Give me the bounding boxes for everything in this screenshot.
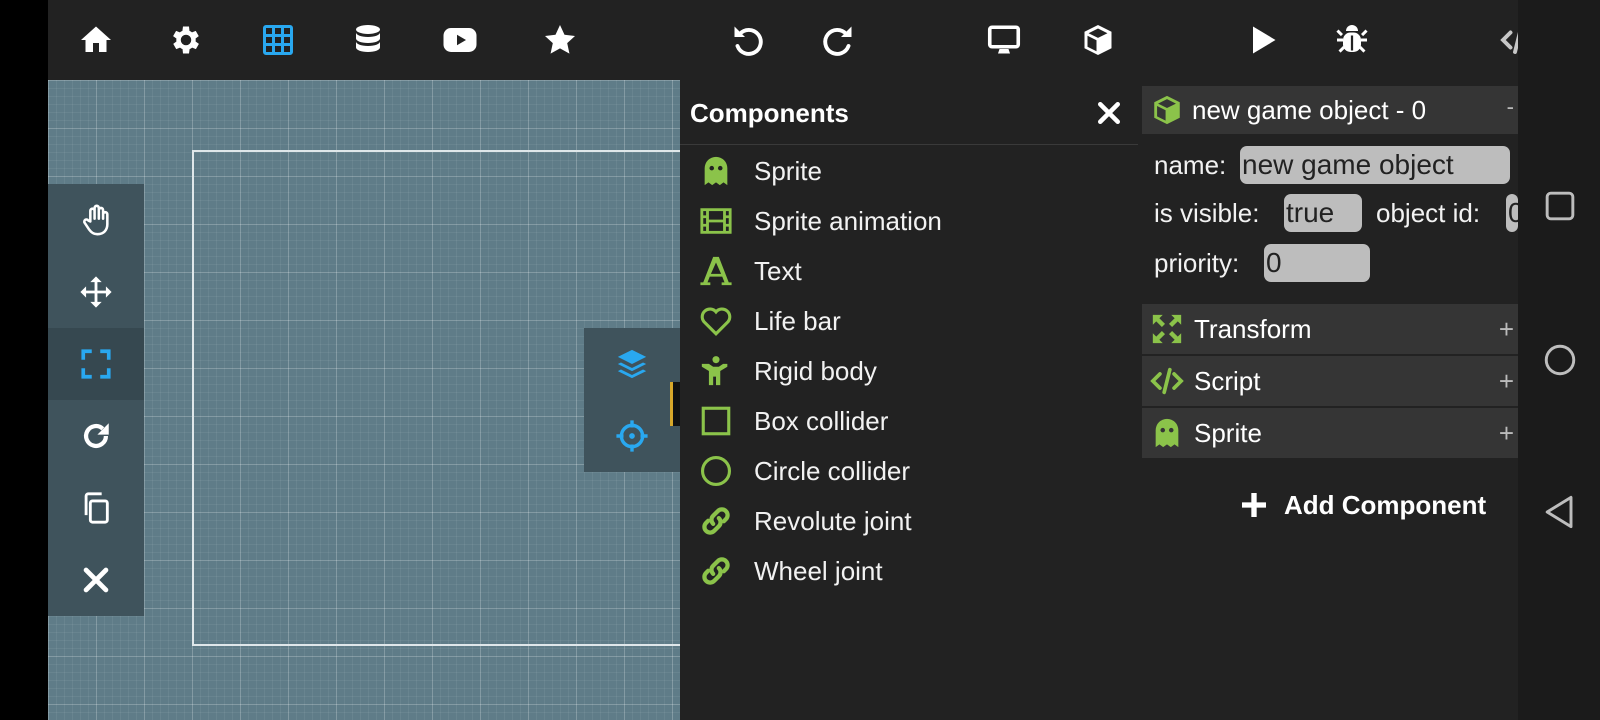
recents-icon[interactable] (1538, 184, 1582, 228)
plus-icon (1242, 493, 1266, 517)
component-option-label: Circle collider (754, 455, 911, 486)
home-icon[interactable] (74, 18, 118, 62)
component-option-sprite[interactable]: Sprite (680, 146, 1138, 196)
rotate-icon[interactable] (48, 400, 144, 472)
component-option-label: Text (754, 255, 802, 286)
component-option-label: Box collider (754, 405, 889, 436)
expand-button[interactable]: + (1499, 366, 1514, 397)
bug-icon[interactable] (1330, 18, 1374, 62)
undo-icon[interactable] (726, 18, 770, 62)
component-option-life-bar[interactable]: Life bar (680, 296, 1138, 346)
expand-button[interactable]: + (1499, 418, 1514, 449)
priority-field[interactable]: 0 (1264, 244, 1370, 282)
resize-icon[interactable] (48, 328, 144, 400)
visible-field[interactable]: true (1284, 194, 1362, 232)
expand-button[interactable]: + (1499, 314, 1514, 345)
code-icon (1150, 367, 1184, 395)
component-row-script[interactable]: Script + (1142, 356, 1518, 406)
component-row-label: Script (1194, 365, 1261, 396)
object-id-label: object id: (1376, 198, 1481, 228)
link-icon (696, 501, 736, 541)
panel-drag-handle[interactable] (670, 382, 680, 426)
link-icon (696, 551, 736, 591)
move-icon[interactable] (48, 256, 144, 328)
body-icon (696, 351, 736, 391)
layer-controls (584, 328, 680, 472)
ghost-icon (696, 151, 736, 191)
play-icon[interactable] (1240, 18, 1284, 62)
inspector-panel: new game object - 0 - name: new game obj… (1138, 80, 1518, 720)
component-option-label: Wheel joint (754, 555, 883, 586)
component-option-wheel-joint[interactable]: Wheel joint (680, 546, 1138, 596)
youtube-icon[interactable] (438, 18, 482, 62)
component-row-label: Sprite (1194, 417, 1262, 448)
transform-icon (1152, 314, 1182, 344)
circle-icon (696, 451, 736, 491)
component-option-revolute-joint[interactable]: Revolute joint (680, 496, 1138, 546)
close-icon[interactable] (1094, 98, 1124, 128)
component-option-circle-collider[interactable]: Circle collider (680, 446, 1138, 496)
visible-label: is visible: (1154, 198, 1260, 228)
grid-icon[interactable] (256, 18, 300, 62)
components-panel: Components Sprite Sprite animation Text … (680, 80, 1138, 720)
monitor-icon[interactable] (982, 18, 1026, 62)
component-option-label: Revolute joint (754, 505, 912, 536)
name-label: name: (1154, 150, 1227, 180)
game-object-title: new game object - 0 (1192, 94, 1427, 125)
cube-icon (1154, 95, 1180, 125)
layers-icon[interactable] (584, 328, 680, 400)
object-id-field[interactable]: 0 (1506, 194, 1518, 232)
priority-label: priority: (1154, 248, 1240, 278)
copy-icon[interactable] (48, 472, 144, 544)
add-component-button[interactable]: Add Component (1238, 480, 1486, 530)
component-option-label: Sprite (754, 155, 822, 186)
component-row-label: Transform (1194, 313, 1312, 344)
add-component-label: Add Component (1284, 489, 1487, 520)
star-icon[interactable] (538, 18, 582, 62)
component-option-label: Rigid body (754, 355, 877, 386)
top-toolbar (48, 0, 1536, 80)
film-icon (696, 201, 736, 241)
home-nav-icon[interactable] (1538, 338, 1582, 382)
collapse-button[interactable]: - (1507, 94, 1514, 120)
components-title: Components (690, 98, 849, 128)
component-row-sprite[interactable]: Sprite + (1142, 408, 1518, 458)
component-row-transform[interactable]: Transform + (1142, 304, 1518, 354)
delete-icon[interactable] (48, 544, 144, 616)
tool-palette (48, 184, 144, 616)
gear-icon[interactable] (164, 18, 208, 62)
text-icon (696, 251, 736, 291)
hand-icon[interactable] (48, 184, 144, 256)
back-icon[interactable] (1538, 490, 1582, 534)
component-option-label: Life bar (754, 305, 841, 336)
crosshair-icon[interactable] (584, 400, 680, 472)
heart-icon (696, 301, 736, 341)
cube-icon[interactable] (1076, 18, 1120, 62)
name-field[interactable]: new game object (1240, 146, 1510, 184)
component-option-label: Sprite animation (754, 205, 942, 236)
component-option-sprite-animation[interactable]: Sprite animation (680, 196, 1138, 246)
ghost-icon (1155, 418, 1179, 448)
game-object-header[interactable]: new game object - 0 - (1142, 86, 1518, 134)
divider (680, 144, 1138, 145)
component-option-box-collider[interactable]: Box collider (680, 396, 1138, 446)
square-icon (696, 401, 736, 441)
redo-icon[interactable] (816, 18, 860, 62)
database-icon[interactable] (346, 18, 390, 62)
component-option-text[interactable]: Text (680, 246, 1138, 296)
component-option-rigid-body[interactable]: Rigid body (680, 346, 1138, 396)
